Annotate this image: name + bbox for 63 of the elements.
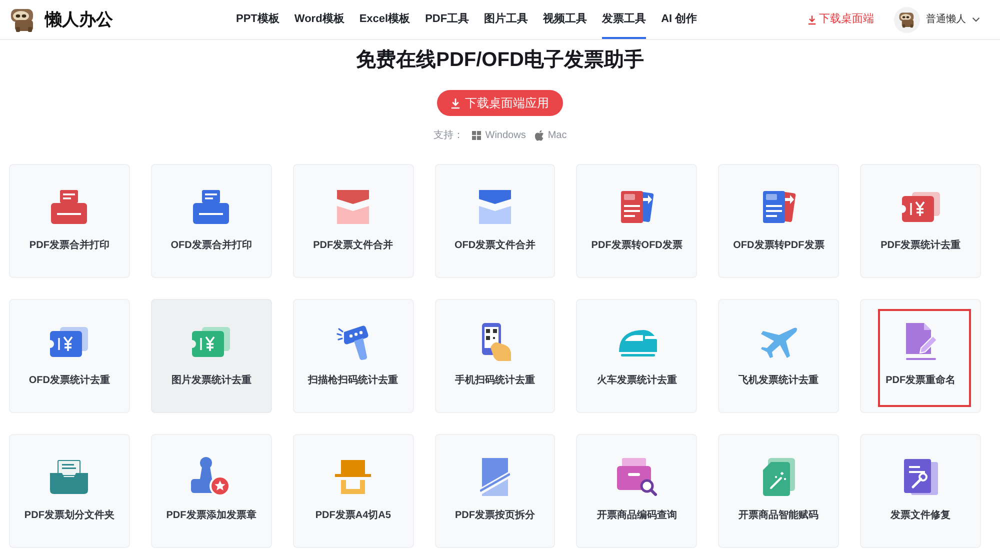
- split-page-icon: [480, 458, 510, 496]
- tool-card[interactable]: PDF发票添加发票章: [150, 434, 272, 548]
- avatar-icon: [894, 6, 920, 32]
- platform-label: Windows: [485, 128, 526, 142]
- download-link[interactable]: 下载桌面端: [808, 11, 874, 28]
- nav-tab[interactable]: 视频工具: [543, 0, 588, 39]
- tool-card[interactable]: 图片发票统计去重: [150, 299, 272, 413]
- tool-card[interactable]: PDF发票A4切A5: [292, 434, 414, 548]
- nav-tab[interactable]: 发票工具: [602, 0, 646, 39]
- nav-tab[interactable]: PPT模板: [236, 0, 280, 39]
- documents-arrow-icon: [618, 189, 655, 225]
- nav-tab[interactable]: Word模板: [294, 0, 344, 39]
- train-icon: [616, 328, 657, 356]
- tool-card[interactable]: 火车发票统计去重: [576, 299, 698, 413]
- tool-card[interactable]: OFD发票转PDF发票: [718, 164, 840, 278]
- printer-icon: [193, 190, 230, 224]
- tool-card[interactable]: PDF发票合并打印: [9, 164, 130, 278]
- document-wrench-icon: [904, 459, 938, 495]
- ticket-icon: [50, 327, 88, 357]
- airplane-icon: [760, 326, 798, 358]
- tool-card[interactable]: 开票商品编码查询: [576, 434, 698, 548]
- stamp-icon: [191, 457, 232, 497]
- download-icon: [451, 98, 460, 108]
- layers-icon: [335, 190, 372, 224]
- platform-label: Mac: [548, 128, 567, 142]
- tool-card[interactable]: PDF发票文件合并: [292, 164, 414, 278]
- chevron-down-icon: [972, 17, 980, 22]
- tool-card[interactable]: 扫描枪扫码统计去重: [292, 299, 414, 413]
- layers-icon: [476, 190, 513, 224]
- tool-card[interactable]: OFD发票文件合并: [434, 164, 556, 278]
- nav-tab[interactable]: 图片工具: [484, 0, 528, 39]
- logo-text[interactable]: 懒人办公: [45, 6, 113, 32]
- tool-card[interactable]: PDF发票重命名: [860, 299, 981, 413]
- tool-card[interactable]: OFD发票合并打印: [150, 164, 272, 278]
- nav-tab[interactable]: AI 创作: [661, 0, 698, 39]
- drawer-search-icon: [616, 458, 657, 496]
- support-label: 支持：: [433, 128, 464, 142]
- tool-card[interactable]: PDF发票划分文件夹: [9, 434, 130, 548]
- page-title: 免费在线PDF/OFD电子发票助手: [356, 48, 644, 73]
- windows-icon: [472, 130, 482, 140]
- document-pen-icon: [904, 323, 938, 361]
- tool-card[interactable]: 手机扫码统计去重: [434, 299, 556, 413]
- tool-card[interactable]: PDF发票转OFD发票: [576, 164, 698, 278]
- document-wand-icon: [762, 458, 795, 496]
- ticket-icon: [192, 327, 230, 357]
- download-icon: [808, 14, 816, 24]
- documents-arrow-icon: [760, 189, 797, 225]
- tool-card[interactable]: PDF发票统计去重: [860, 164, 981, 278]
- tool-card[interactable]: 飞机发票统计去重: [718, 299, 840, 413]
- user-menu[interactable]: 普通懒人: [894, 6, 980, 32]
- tool-card[interactable]: 开票商品智能赋码: [718, 434, 840, 548]
- scanner-icon: [336, 324, 370, 360]
- nav-tab[interactable]: PDF工具: [425, 0, 470, 39]
- apple-icon: [534, 130, 544, 140]
- download-app-button[interactable]: 下载桌面端应用: [437, 90, 563, 116]
- tool-card[interactable]: PDF发票按页拆分: [434, 434, 556, 548]
- tool-card[interactable]: 发票文件修复: [860, 434, 981, 548]
- tool-card[interactable]: OFD发票统计去重: [9, 299, 130, 413]
- printer-icon: [51, 190, 88, 224]
- file-tray-icon: [50, 460, 88, 494]
- ticket-icon: [902, 192, 940, 222]
- tray-icon: [335, 460, 372, 494]
- nav-tab[interactable]: Excel模板: [359, 0, 410, 39]
